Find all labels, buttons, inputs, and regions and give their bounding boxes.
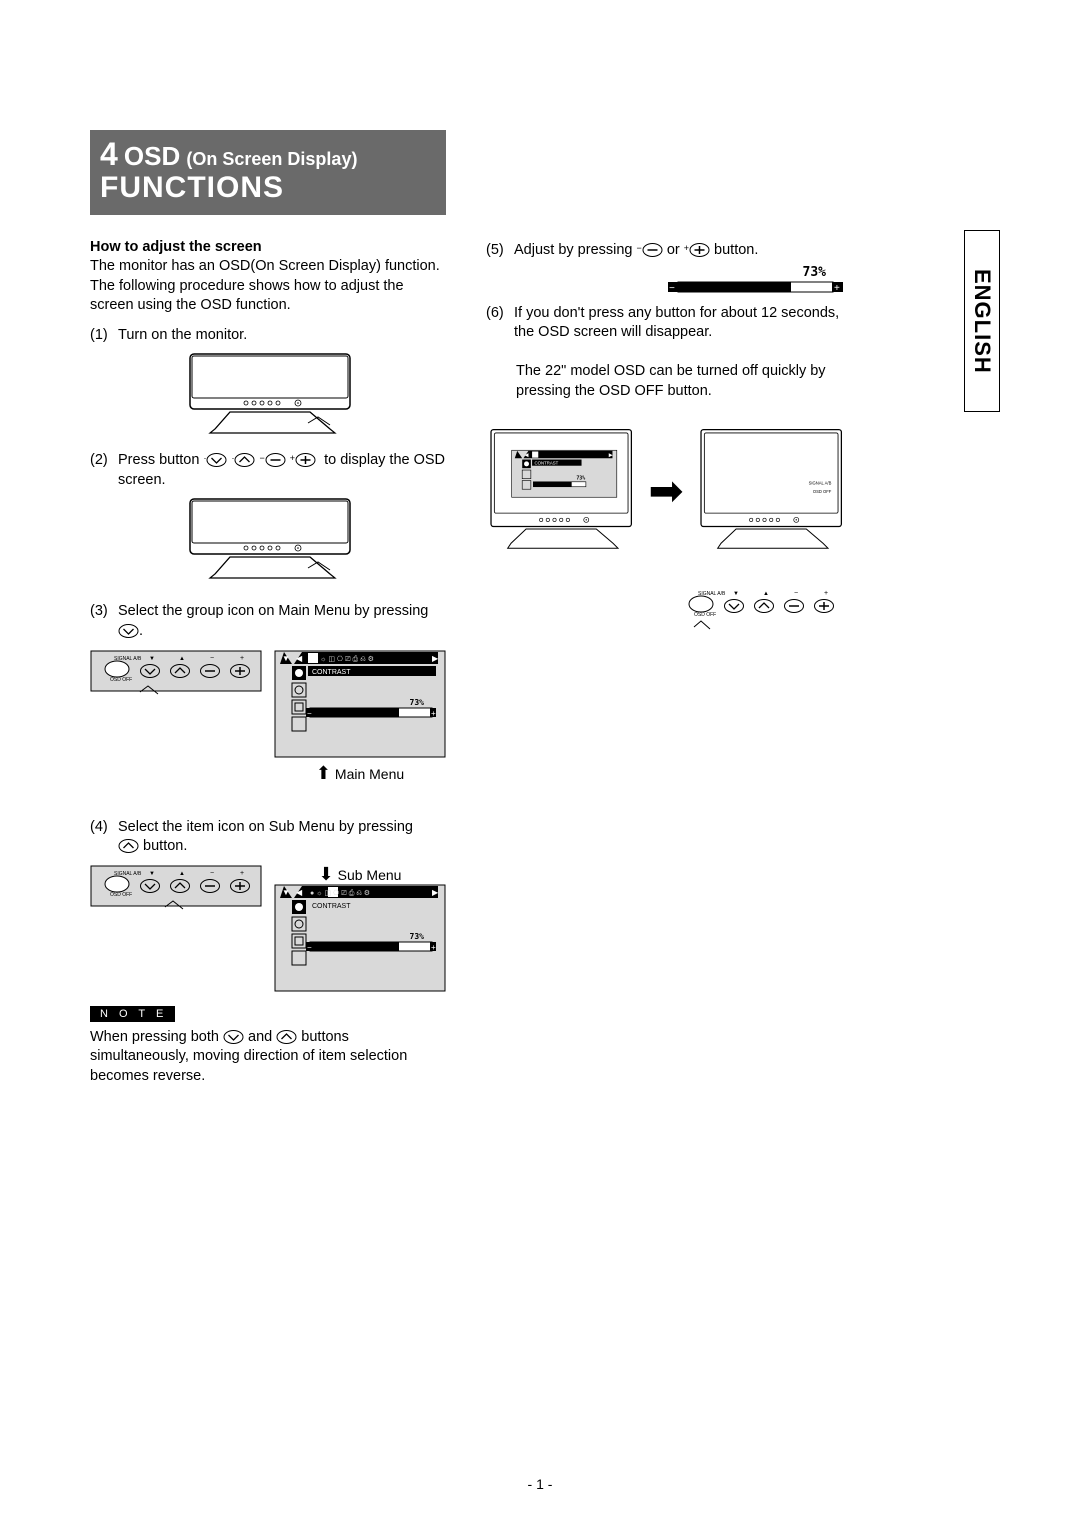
svg-text:◀: ◀	[525, 453, 529, 459]
note-text-a: When pressing both	[90, 1029, 223, 1045]
minus-button-icon	[265, 452, 286, 468]
svg-text:OSD OFF: OSD OFF	[110, 892, 132, 898]
up-button-icon	[276, 1029, 297, 1045]
step-2-text-a: Press button	[118, 452, 203, 468]
note-badge: N O T E	[90, 1006, 175, 1022]
svg-text:−: −	[669, 283, 675, 294]
step-5-text-a: Adjust by pressing	[514, 242, 637, 258]
title-functions: FUNCTIONS	[100, 171, 436, 205]
step-4-text-a: Select the item icon on Sub Menu by pres…	[118, 819, 413, 835]
note-text-b: and	[248, 1029, 276, 1045]
svg-text:OSD OFF: OSD OFF	[694, 612, 716, 618]
page-number: - 1 -	[0, 1476, 1080, 1492]
svg-text:▶: ▶	[432, 888, 439, 897]
step-5: (5) Adjust by pressing − or + button.	[486, 241, 846, 261]
step-5-text-b: or	[667, 242, 684, 258]
intro-paragraph: The monitor has an OSD(On Screen Display…	[90, 257, 450, 316]
control-panel-illustration-3: SIGNAL A/B OSD OFF ▼ ▲ − +	[674, 585, 846, 641]
svg-text:−: −	[307, 943, 312, 952]
svg-text:73%: 73%	[576, 476, 585, 482]
step-2: (2) Press button · · − + to display the …	[90, 451, 450, 490]
slider-percent: 73%	[803, 265, 826, 280]
down-button-icon	[118, 623, 139, 639]
chapter-number: 4	[100, 136, 118, 172]
up-button-icon	[118, 838, 139, 854]
svg-text:OSD OFF: OSD OFF	[812, 489, 831, 494]
svg-text:+: +	[834, 283, 840, 294]
down-arrow-icon: ⬇	[319, 867, 334, 881]
step-4-text-b: button.	[143, 838, 187, 854]
svg-text:−: −	[210, 870, 214, 877]
svg-text:▲: ▲	[179, 871, 185, 877]
svg-text:▲: ▲	[763, 591, 769, 597]
svg-text:● ☼ ◫ ⎔ ⎚ ⎙ ⎌ ⚙: ● ☼ ◫ ⎔ ⎚ ⎙ ⎌ ⚙	[310, 889, 370, 897]
svg-text:CONTRAST: CONTRAST	[312, 903, 351, 910]
svg-text:◀: ◀	[296, 888, 303, 897]
svg-text:−: −	[210, 655, 214, 662]
svg-text:+: +	[431, 709, 436, 718]
plus-button-icon	[295, 452, 316, 468]
title-osd: OSD	[124, 141, 180, 171]
svg-text:+: +	[240, 655, 244, 662]
svg-text:▶: ▶	[609, 453, 613, 459]
svg-text:CONTRAST: CONTRAST	[312, 669, 351, 676]
monitor-with-osd-illustration: ◀ ▶ CONTRAST 73%	[486, 421, 636, 561]
down-button-icon	[206, 452, 227, 468]
step-6: (6) If you don't press any button for ab…	[486, 304, 846, 402]
up-button-icon	[234, 452, 255, 468]
svg-text:▼: ▼	[733, 591, 739, 597]
up-arrow-icon: ⬆	[316, 766, 331, 780]
control-panel-illustration: SIGNAL A/B OSD OFF ▼ ▲ − +	[90, 650, 262, 710]
chapter-heading: 4 OSD (On Screen Display) FUNCTIONS	[90, 130, 446, 215]
svg-text:▶: ▶	[432, 654, 439, 663]
step-6-text-b: The 22" model OSD can be turned off quic…	[516, 362, 846, 401]
step-4: (4) Select the item icon on Sub Menu by …	[90, 818, 450, 857]
slider-bar: − +	[666, 280, 846, 294]
svg-text:+: +	[431, 943, 436, 952]
svg-text:▼: ▼	[282, 654, 290, 663]
down-button-icon	[223, 1029, 244, 1045]
svg-text:▼: ▼	[149, 656, 155, 662]
minus-button-icon	[642, 242, 663, 258]
svg-text:−: −	[794, 590, 798, 597]
svg-text:−: −	[307, 709, 312, 718]
svg-text:◀: ◀	[296, 654, 303, 663]
main-menu-label: Main Menu	[335, 766, 404, 782]
step-6-text-a: If you don't press any button for about …	[514, 305, 839, 341]
svg-text:CONTRAST: CONTRAST	[535, 461, 559, 466]
svg-text:73%: 73%	[410, 698, 425, 707]
step-3-text-a: Select the group icon on Main Menu by pr…	[118, 603, 428, 619]
step-1-text: Turn on the monitor.	[118, 326, 450, 346]
svg-text:+: +	[240, 870, 244, 877]
step-3-text-b: .	[139, 623, 143, 639]
svg-text:+: +	[824, 590, 828, 597]
control-panel-illustration-2: SIGNAL A/B OSD OFF ▼ ▲ − +	[90, 865, 262, 925]
svg-text:▼: ▼	[282, 888, 290, 897]
plus-button-icon	[689, 242, 710, 258]
title-paren: (On Screen Display)	[186, 149, 357, 169]
svg-text:SIGNAL A/B: SIGNAL A/B	[808, 481, 831, 486]
svg-text:▲: ▲	[179, 656, 185, 662]
sub-menu-label: Sub Menu	[338, 867, 402, 883]
language-tab: ENGLISH	[964, 230, 1000, 412]
subheading: How to adjust the screen	[90, 239, 450, 255]
step-5-text-c: button.	[714, 242, 758, 258]
svg-text:▼: ▼	[149, 871, 155, 877]
svg-text:OSD OFF: OSD OFF	[110, 677, 132, 683]
language-tab-text: ENGLISH	[969, 269, 995, 374]
note-paragraph: When pressing both and buttons simultane…	[90, 1028, 450, 1087]
monitor-illustration-2	[180, 494, 360, 584]
svg-text:73%: 73%	[410, 932, 425, 941]
osd-panel-illustration: ▼ ◀ ☼ ◫ ⎔ ⎚ ⎙ ⎌ ⚙ ▶ CONTRAST	[274, 650, 446, 762]
monitor-blank-illustration: SIGNAL A/B OSD OFF	[696, 421, 846, 561]
right-arrow-icon: ➡	[648, 470, 683, 512]
step-3: (3) Select the group icon on Main Menu b…	[90, 602, 450, 641]
osd-panel-illustration-2: ▼ ◀ ● ☼ ◫ ⎔ ⎚ ⎙ ⎌ ⚙ ▶ CONTRAST	[274, 884, 446, 996]
svg-text:☼ ◫ ⎔ ⎚ ⎙ ⎌ ⚙: ☼ ◫ ⎔ ⎚ ⎙ ⎌ ⚙	[320, 655, 374, 663]
step-1: (1) Turn on the monitor.	[90, 326, 450, 346]
monitor-illustration	[180, 349, 360, 439]
